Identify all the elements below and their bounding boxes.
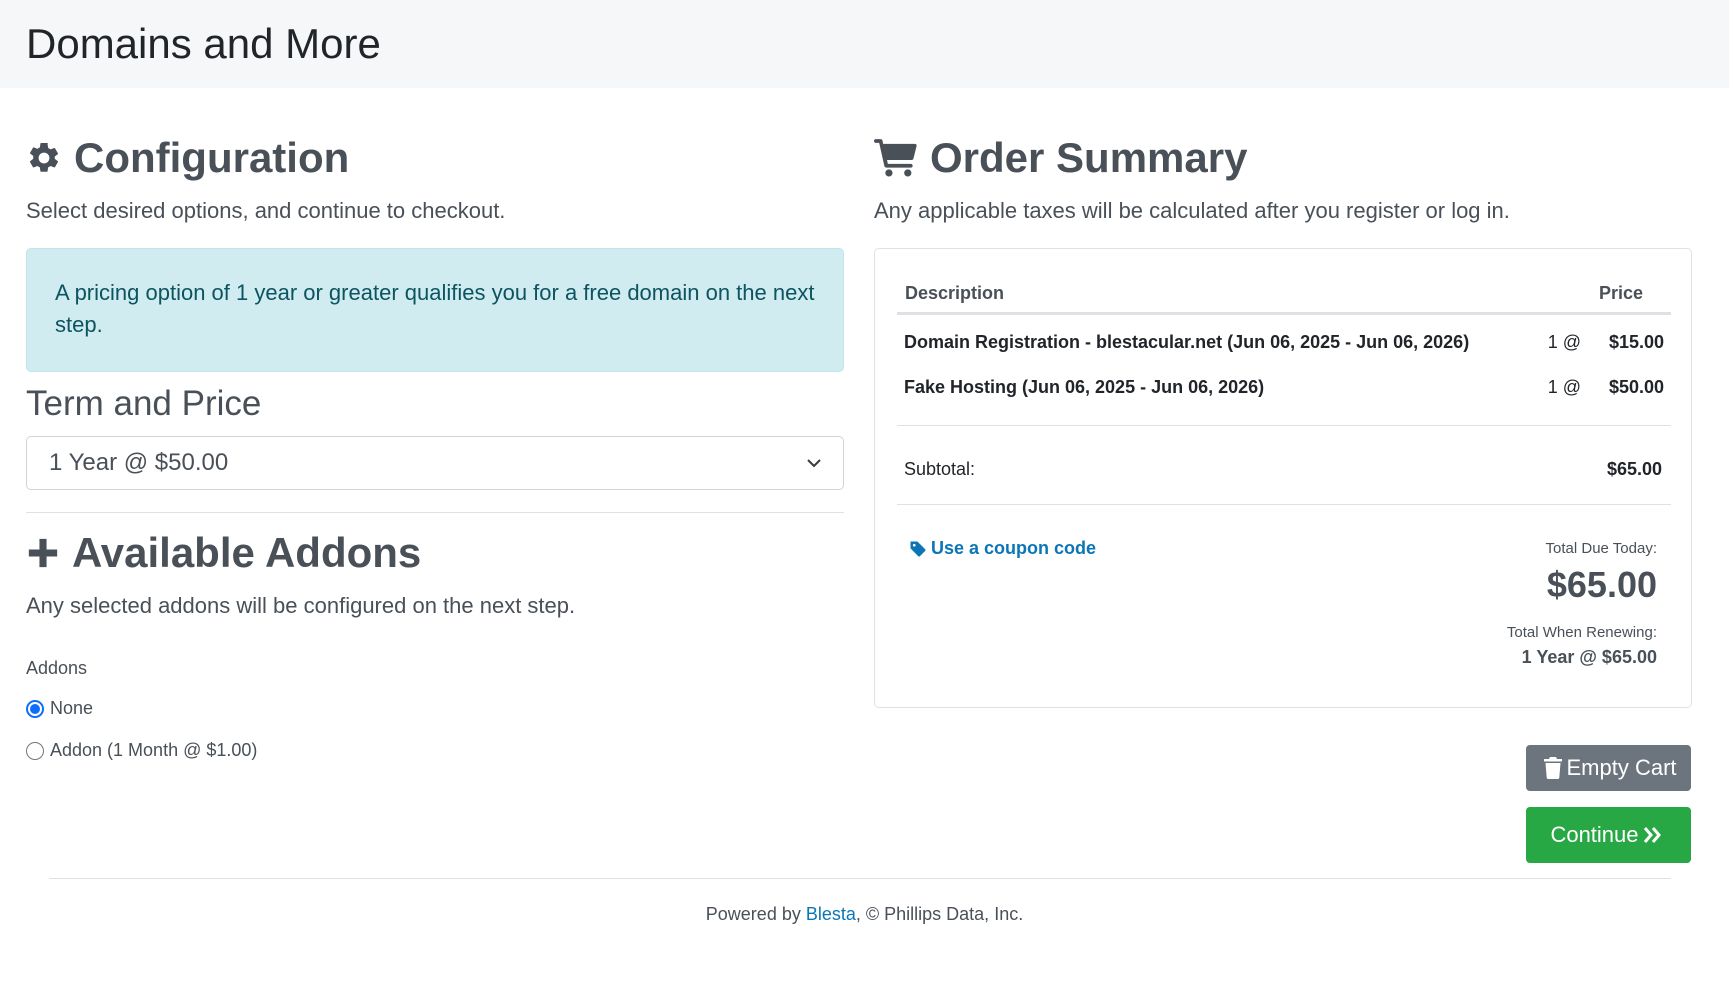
addon-option-label: Addon (1 Month @ $1.00) [50,740,258,760]
divider [897,425,1671,426]
addons-title: Available Addons [72,529,422,576]
footer-prefix: Powered by [705,904,806,924]
renewal-label: Total When Renewing: [1506,624,1657,641]
radio-button[interactable] [26,741,44,760]
coupon-link[interactable]: Use a coupon code [909,538,1096,559]
addons-label: Addons [26,658,88,678]
term-price-select[interactable]: 1 Year @ $50.00 [26,436,844,490]
addons-heading: Available Addons [26,525,844,581]
addon-option-none[interactable]: None [26,698,93,719]
trash-icon [1544,757,1563,779]
item-price: $50.00 [1608,377,1664,397]
item-quantity: 1 @ [1547,332,1581,352]
item-price: $15.00 [1608,332,1664,352]
item-description: Fake Hosting (Jun 06, 2025 - Jun 06, 202… [904,377,1265,397]
order-summary-heading: Order Summary [874,130,1692,186]
coupon-link-label: Use a coupon code [931,538,1097,558]
order-summary-title: Order Summary [930,134,1248,181]
footer-divider [49,878,1671,879]
radio-button-checked[interactable] [26,699,44,718]
shopping-cart-icon [874,139,917,177]
term-price-selected: 1 Year @ $50.00 [49,449,229,476]
site-brand[interactable]: Domains and More [26,20,381,68]
empty-cart-label: Empty Cart [1566,755,1677,780]
configuration-column: Configuration Select desired options, an… [26,130,844,760]
renewal-value: 1 Year @ $65.00 [1521,647,1657,667]
footer: Powered by Blesta, © Phillips Data, Inc. [0,904,1729,925]
empty-cart-button[interactable]: Empty Cart [1526,745,1691,791]
term-price-label: Term and Price [26,384,262,423]
top-navbar: Domains and More [0,0,1729,88]
configuration-title: Configuration [74,134,350,181]
double-chevron-right-icon [1643,827,1661,843]
order-summary-column: Order Summary Any applicable taxes will … [874,130,1692,708]
total-due-label: Total Due Today: [1545,540,1657,557]
item-quantity: 1 @ [1547,377,1581,397]
addons-subtitle: Any selected addons will be configured o… [26,593,576,618]
order-summary-subtitle: Any applicable taxes will be calculated … [874,198,1510,223]
gear-icon [29,142,59,172]
free-domain-alert: A pricing option of 1 year or greater qu… [26,248,844,372]
addon-option-addon[interactable]: Addon (1 Month @ $1.00) [26,740,257,761]
continue-button[interactable]: Continue [1526,807,1691,863]
item-description: Domain Registration - blestacular.net (J… [904,332,1470,352]
continue-label: Continue [1550,822,1639,847]
order-summary-card: Description Price Domain Registration - … [874,248,1692,708]
chevron-down-icon [807,459,821,468]
total-due-value: $65.00 [1546,564,1657,605]
column-description: Description [905,283,1005,303]
addons-section: Available Addons Any selected addons wil… [26,525,844,623]
tag-icon [910,541,926,557]
configuration-subtitle: Select desired options, and continue to … [26,198,506,223]
divider [897,504,1671,505]
addon-option-label: None [50,698,94,718]
blesta-link[interactable]: Blesta [806,904,856,924]
plus-icon [28,538,58,568]
configuration-heading: Configuration [26,130,844,186]
summary-table-header: Description Price [897,283,1671,315]
subtotal-value: $65.00 [1606,459,1662,479]
column-price: Price [1598,283,1643,303]
section-divider [26,512,844,513]
footer-suffix: , © Phillips Data, Inc. [855,904,1024,924]
subtotal-label: Subtotal: [904,459,976,479]
